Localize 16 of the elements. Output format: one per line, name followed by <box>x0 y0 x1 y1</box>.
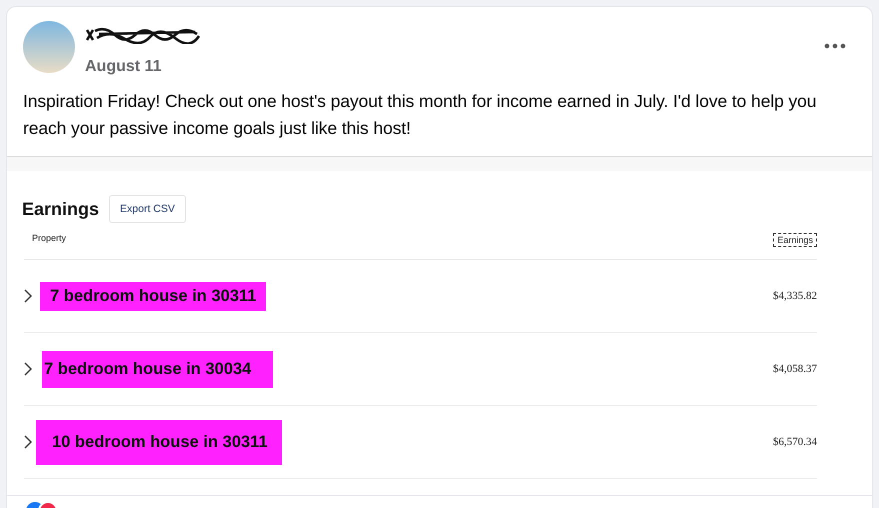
highlighted-property-name: 10 bedroom house in 30311 <box>36 420 282 464</box>
earnings-amount: $4,058.37 <box>773 363 817 375</box>
chevron-right-icon[interactable] <box>24 289 32 303</box>
earnings-sort-header[interactable]: Earnings <box>773 233 817 247</box>
post-date[interactable]: August 11 <box>85 58 201 76</box>
highlighted-property-name: 7 bedroom house in 30034 <box>42 350 274 388</box>
earnings-amount: $4,335.82 <box>773 290 817 302</box>
chevron-right-icon[interactable] <box>24 362 32 376</box>
highlighted-property-name: 7 bedroom house in 30311 <box>40 282 266 310</box>
earnings-title: Earnings <box>22 198 100 220</box>
post-text: Inspiration Friday! Check out one host's payout this month for income earned in July. I'd love to help you reach your passive income goals just like this host! <box>23 90 818 140</box>
earnings-amount: $6,570.34 <box>773 436 817 448</box>
export-csv-button[interactable]: Export CSV <box>109 195 186 223</box>
chevron-right-icon[interactable] <box>24 435 32 449</box>
more-options-icon[interactable] <box>824 43 846 49</box>
column-header: Property <box>32 233 66 245</box>
